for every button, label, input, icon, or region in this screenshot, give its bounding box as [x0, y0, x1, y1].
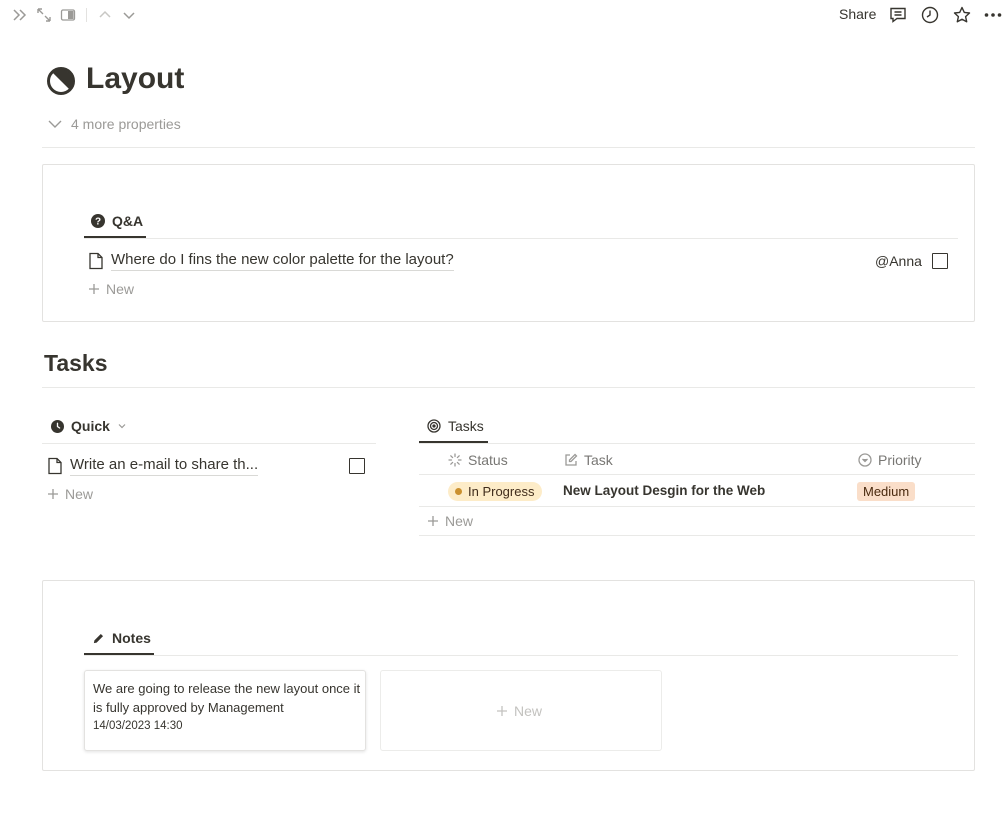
more-properties-toggle[interactable]: 4 more properties	[47, 116, 181, 132]
priority-badge[interactable]: Medium	[857, 482, 916, 501]
task-title[interactable]: New Layout Desgin for the Web	[563, 483, 765, 498]
column-header-task[interactable]: Task	[564, 452, 613, 468]
select-circle-icon	[858, 453, 872, 467]
pencil-icon	[92, 632, 105, 645]
tab-notes[interactable]: Notes	[92, 630, 151, 646]
favorite-star-icon[interactable]	[952, 5, 972, 25]
column-status-label: Status	[468, 452, 508, 468]
target-icon	[427, 419, 441, 433]
table-row-divider	[419, 506, 975, 507]
quick-row-title[interactable]: Write an e-mail to share th...	[70, 456, 259, 476]
tab-quick[interactable]: Quick	[51, 418, 127, 434]
more-options-icon[interactable]	[983, 5, 1003, 25]
tab-tasks[interactable]: Tasks	[427, 418, 484, 434]
note-card-text: We are going to release the new layout o…	[93, 681, 361, 715]
column-header-priority[interactable]: Priority	[858, 452, 922, 468]
tab-tasks-label: Tasks	[448, 418, 484, 434]
qa-section	[42, 164, 975, 322]
question-icon: ?	[91, 214, 105, 228]
column-header-status[interactable]: Status	[448, 452, 508, 468]
share-button[interactable]: Share	[839, 6, 876, 22]
note-card-date: 14/03/2023 14:30	[93, 720, 183, 732]
tab-notes-label: Notes	[112, 630, 151, 646]
tasks-tab-divider	[419, 443, 975, 444]
notes-tab-divider	[84, 655, 958, 656]
table-bottom-divider	[419, 535, 975, 536]
qa-new-button[interactable]: New	[88, 281, 134, 297]
clock-icon	[51, 419, 64, 433]
page-title[interactable]: Layout	[86, 62, 184, 96]
quick-new-button[interactable]: New	[47, 486, 93, 502]
quick-divider	[42, 443, 376, 444]
half-circle-icon[interactable]	[46, 66, 76, 96]
tasks-new-label: New	[445, 513, 474, 529]
quick-new-label: New	[65, 486, 94, 502]
more-properties-label: 4 more properties	[71, 116, 181, 132]
svg-text:?: ?	[95, 217, 101, 228]
tasks-divider	[42, 387, 975, 388]
status-label: In Progress	[468, 484, 535, 499]
chevron-down-icon[interactable]	[120, 6, 138, 24]
qa-new-label: New	[106, 281, 135, 297]
tab-quick-label: Quick	[71, 418, 110, 434]
tasks-new-button[interactable]: New	[427, 513, 473, 529]
tab-qa[interactable]: ? Q&A	[91, 213, 143, 229]
status-loader-icon	[448, 453, 462, 467]
qa-row-assignee[interactable]: @Anna	[875, 253, 922, 269]
qa-row-checkbox[interactable]	[932, 253, 948, 269]
plus-icon	[88, 283, 100, 295]
fullscreen-icon[interactable]	[35, 6, 53, 24]
plus-icon	[496, 705, 508, 717]
plus-icon	[427, 515, 439, 527]
expand-sidebar-icon[interactable]	[11, 6, 29, 24]
chevron-down-icon	[47, 116, 63, 132]
history-clock-icon[interactable]	[920, 5, 940, 25]
comment-icon[interactable]	[888, 5, 908, 25]
edit-square-icon	[564, 453, 578, 467]
notes-new-label: New	[514, 703, 543, 719]
qa-row-title[interactable]: Where do I fins the new color palette fo…	[111, 251, 454, 271]
topbar-divider	[86, 8, 87, 22]
tasks-heading[interactable]: Tasks	[44, 350, 108, 377]
chevron-up-icon[interactable]	[96, 6, 114, 24]
status-badge[interactable]: In Progress	[448, 482, 543, 501]
side-peek-icon[interactable]	[59, 6, 77, 24]
column-task-label: Task	[584, 452, 613, 468]
column-priority-label: Priority	[878, 452, 922, 468]
header-divider	[42, 147, 975, 148]
quick-row-checkbox[interactable]	[349, 458, 365, 474]
notes-new-button[interactable]: New	[496, 703, 542, 719]
page-doc-icon	[88, 252, 104, 270]
page-doc-icon	[47, 457, 63, 475]
plus-icon	[47, 488, 59, 500]
tab-qa-label: Q&A	[112, 213, 144, 229]
table-header-divider	[419, 474, 975, 475]
tab-divider	[84, 238, 958, 239]
status-dot	[455, 488, 462, 495]
chevron-down-icon	[117, 421, 127, 431]
